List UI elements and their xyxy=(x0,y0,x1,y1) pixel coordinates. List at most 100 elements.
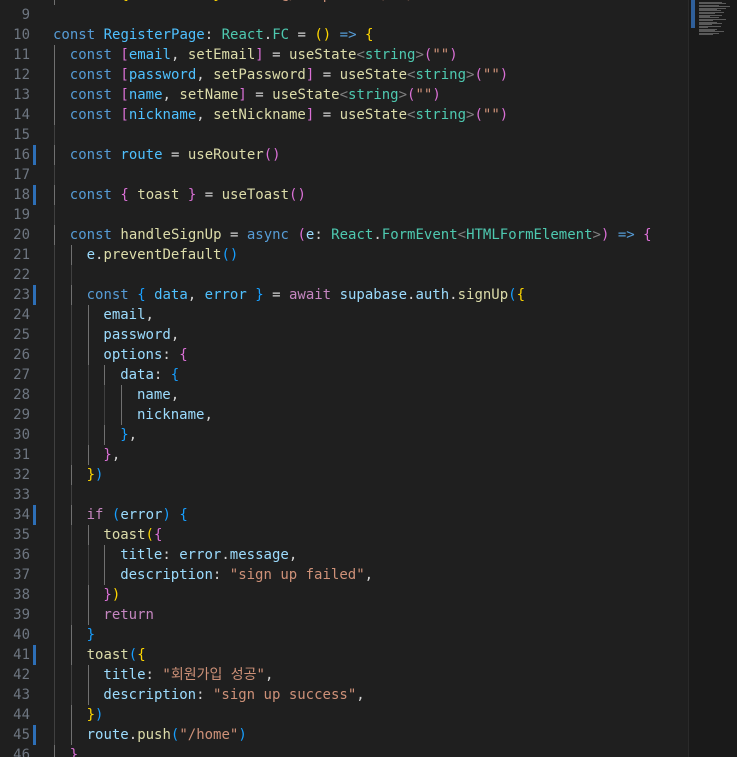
line-number: 17 xyxy=(13,167,30,183)
git-change-indicator[interactable] xyxy=(33,285,36,305)
code-line: const { toast } = useToast() xyxy=(53,185,688,205)
code-token: ) xyxy=(499,107,509,123)
indent-guide xyxy=(54,505,55,525)
line-number: 16 xyxy=(13,147,30,163)
code-line-content xyxy=(53,207,70,223)
code-line-content: e.preventDefault() xyxy=(53,247,239,263)
code-line-content: title: error.message, xyxy=(53,547,297,563)
code-token: () xyxy=(263,147,281,163)
indent-guide xyxy=(87,425,89,445)
indent-guide xyxy=(54,705,55,725)
code-line xyxy=(53,205,688,225)
code-area[interactable]: const { useToast } from "@/components/ui… xyxy=(53,0,688,757)
indent-guide xyxy=(70,665,72,685)
line-number: 10 xyxy=(13,27,30,43)
code-token: ] xyxy=(255,47,264,63)
code-token: message xyxy=(229,547,289,563)
code-token: , xyxy=(364,567,374,583)
indent-guide xyxy=(54,145,55,165)
code-token: const xyxy=(69,87,112,103)
code-token: ) xyxy=(95,467,104,483)
indent-guide xyxy=(70,305,72,325)
indent-guide xyxy=(87,665,89,685)
line-number: 27 xyxy=(13,367,30,383)
code-line-content: if (error) { xyxy=(53,507,188,523)
code-line xyxy=(53,265,688,285)
code-token: > xyxy=(398,87,408,103)
code-token: if xyxy=(86,507,104,523)
code-token: React xyxy=(331,227,374,243)
line-number: 43 xyxy=(13,687,30,703)
code-line-content xyxy=(53,127,70,143)
git-change-indicator[interactable] xyxy=(33,145,36,165)
code-line: } xyxy=(53,745,688,757)
git-change-indicator[interactable] xyxy=(33,725,36,745)
code-line-content xyxy=(53,167,70,183)
code-line: }, xyxy=(53,445,688,465)
git-change-indicator[interactable] xyxy=(33,505,36,525)
indent-guide xyxy=(87,405,89,425)
line-number: 44 xyxy=(13,707,30,723)
indent-guide xyxy=(70,725,72,745)
code-line-content: title: "회원가입 성공", xyxy=(53,667,273,683)
code-token: < xyxy=(356,47,365,63)
code-token: nickname xyxy=(128,107,197,123)
code-line-content: const [name, setName] = useState<string>… xyxy=(53,87,441,103)
line-number: 23 xyxy=(13,287,30,303)
code-token: . xyxy=(373,227,382,243)
code-token: , xyxy=(204,407,213,423)
indent-guide xyxy=(70,425,72,445)
code-token: toast xyxy=(103,527,146,543)
code-token: => xyxy=(617,227,635,243)
indent-guide xyxy=(54,485,55,505)
git-change-indicator[interactable] xyxy=(33,645,36,665)
indent-guide xyxy=(87,545,89,565)
line-number: 9 xyxy=(21,7,30,23)
code-token: : xyxy=(196,687,213,703)
code-line: description: "sign up failed", xyxy=(53,565,688,585)
code-line: options: { xyxy=(53,345,688,365)
indent-guide xyxy=(54,565,55,585)
code-line: const handleSignUp = async (e: React.For… xyxy=(53,225,688,245)
code-token: "sign up failed" xyxy=(229,567,365,583)
indent-guide xyxy=(54,465,55,485)
line-number: 42 xyxy=(13,667,30,683)
code-token: : xyxy=(314,227,332,243)
line-number: 41 xyxy=(13,647,30,663)
code-token: async xyxy=(246,227,289,243)
code-line: const RegisterPage: React.FC = () => { xyxy=(53,25,688,45)
line-number: 35 xyxy=(13,527,30,543)
code-token: "" xyxy=(482,67,500,83)
code-token: } xyxy=(103,587,112,603)
code-token: "" xyxy=(415,87,433,103)
indent-guide xyxy=(87,305,89,325)
code-token: [ xyxy=(120,47,129,63)
indent-guide xyxy=(70,705,72,725)
code-line: }) xyxy=(53,465,688,485)
line-number: 45 xyxy=(13,727,30,743)
code-token: setName xyxy=(179,87,239,103)
code-editor[interactable]: 8910111213141516171819202122232425262728… xyxy=(0,0,737,757)
code-token: setNickname xyxy=(213,107,306,123)
code-token: string xyxy=(364,47,416,63)
indent-guide xyxy=(54,45,55,65)
minimap-slider[interactable] xyxy=(691,0,695,28)
code-line-content: return xyxy=(53,607,154,623)
code-token: useState xyxy=(339,67,408,83)
git-change-indicator[interactable] xyxy=(33,185,36,205)
indent-guide xyxy=(54,685,55,705)
code-token: } xyxy=(120,427,129,443)
code-line-content: toast({ xyxy=(53,527,162,543)
indent-guide xyxy=(54,165,55,185)
code-token: } xyxy=(86,467,96,483)
minimap[interactable] xyxy=(688,0,737,757)
indent-guide xyxy=(54,305,55,325)
code-token: data xyxy=(120,367,154,383)
indent-guide xyxy=(70,625,72,645)
code-token: nickname xyxy=(137,407,205,423)
code-token: useState xyxy=(272,87,340,103)
